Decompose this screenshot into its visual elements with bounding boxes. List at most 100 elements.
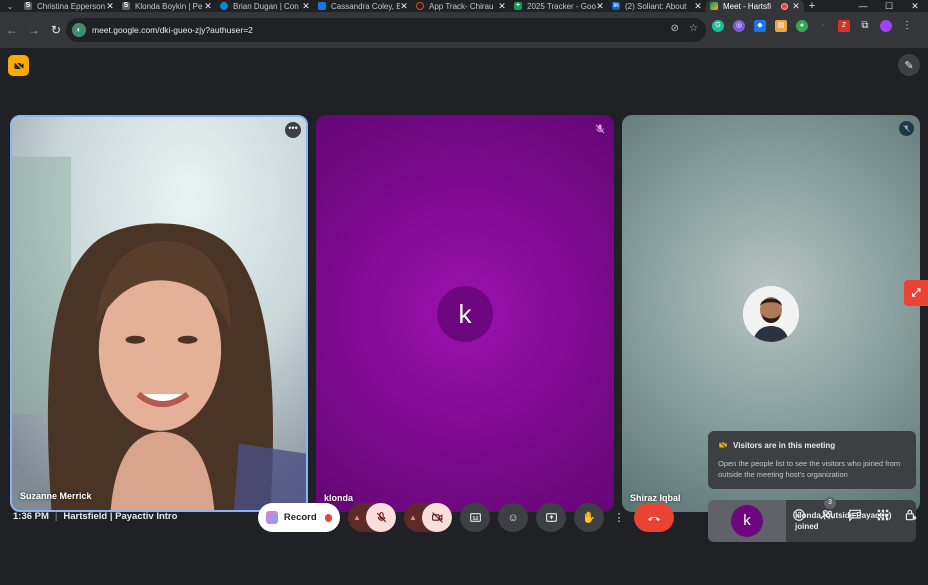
notice-title: Visitors are in this meeting [733,440,836,450]
avatar [743,286,799,342]
tab-title: Brian Dugan | Con [233,1,299,11]
extension-icon[interactable]: ▤ [775,20,787,32]
present-screen-icon [545,513,557,522]
tab-favicon-icon: S [122,2,130,10]
more-vert-icon: ⋮ [613,512,625,524]
captions-icon [469,513,481,522]
captions-button[interactable] [460,503,490,532]
notice-body: Open the people list to see the visitors… [718,459,901,479]
host-controls-button[interactable] [904,508,918,522]
grammarly-icon[interactable]: G [712,20,724,32]
extension-icon[interactable]: ● [796,20,808,32]
participant-tile[interactable]: k klonda [316,115,614,512]
close-tab-icon[interactable]: ✕ [106,1,114,12]
chat-button[interactable] [848,508,862,522]
tab-title: 2025 Tracker - Goo [527,1,596,11]
extensions-puzzle-icon[interactable]: ⧉ [859,20,871,32]
people-button[interactable]: 3 [820,497,836,522]
close-tab-icon[interactable]: ✕ [498,1,506,12]
camera-off-button[interactable] [422,503,452,532]
site-info-icon[interactable]: ◐ [72,23,86,37]
extension-icon[interactable]: Z [838,20,850,32]
participant-tile-speaking[interactable]: ••• Suzanne Merrick [10,115,308,512]
audio-options-chevron-icon[interactable]: ▲ [348,513,366,522]
browser-tab[interactable]: Cassandra Coley, E ✕ [314,0,412,12]
call-controls: Record ▲ ▲ ☺ ✋ ⋮ [258,503,674,532]
edit-pencil-icon[interactable]: ✎ [898,54,920,76]
meeting-side-tools: 3 [792,497,918,522]
browser-tab[interactable]: S Christina Epperson ✕ [20,0,118,12]
mic-off-button[interactable] [366,503,396,532]
avatar: k [437,286,493,342]
visitor-warning-icon [718,440,728,450]
close-tab-icon[interactable]: ✕ [302,1,310,12]
tab-favicon-icon [220,2,228,10]
lock-person-icon [905,509,917,521]
chat-icon [849,509,861,522]
emoji-icon: ☺ [507,511,519,524]
raise-hand-button[interactable]: ✋ [574,503,604,532]
more-options-button[interactable]: ⋮ [612,503,626,532]
hand-icon: ✋ [582,512,596,524]
mic-control: ▲ [348,503,396,532]
minimize-icon[interactable]: — [850,0,876,12]
recording-dot-icon [324,513,332,522]
host-controls-icon[interactable] [8,55,29,76]
close-tab-icon[interactable]: ✕ [204,1,212,12]
video-options-chevron-icon[interactable]: ▲ [404,513,422,522]
meeting-details-button[interactable] [792,508,806,522]
address-bar[interactable]: ◐ meet.google.com/dki-gueo-zjy?authuser=… [66,18,706,42]
profile-avatar[interactable] [880,20,892,32]
more-options-button[interactable]: ••• [285,122,301,138]
close-window-icon[interactable]: ✕ [902,0,928,12]
zoom-extension-tab[interactable]: ⤢ [904,280,928,306]
bookmark-star-icon[interactable]: ☆ [689,23,698,34]
close-tab-icon[interactable]: ✕ [596,1,604,12]
tab-title: App Track- Chirau [429,1,494,11]
browser-tab[interactable]: Brian Dugan | Con ✕ [216,0,314,12]
mic-off-icon [595,124,605,134]
recording-indicator-icon [781,2,788,10]
extension-icon[interactable]: ◎ [733,20,745,32]
tab-title: Meet - Hartsfi [723,1,772,11]
new-tab-button[interactable]: + [804,0,820,12]
maximize-icon[interactable]: ☐ [876,0,902,12]
browser-tab[interactable]: in (2) Soliant: About ✕ [608,0,706,12]
close-tab-icon[interactable]: ✕ [792,1,800,12]
back-icon[interactable]: ← [2,23,22,37]
browser-tab[interactable]: + 2025 Tracker - Goo ✕ [510,0,608,12]
close-tab-icon[interactable]: ✕ [694,1,702,12]
camera-blocked-icon[interactable]: ⊘ [671,23,679,34]
people-icon [820,510,834,520]
record-button[interactable]: Record [258,503,340,532]
present-button[interactable] [536,503,566,532]
reactions-button[interactable]: ☺ [498,503,528,532]
extension-icon[interactable]: ◆ [754,20,766,32]
tab-favicon-icon [318,2,326,10]
participant-name: Suzanne Merrick [20,491,92,501]
people-count-badge: 3 [824,497,836,509]
browser-menu-icon[interactable]: ⋮ [901,20,913,32]
extension-icon[interactable]: · [817,20,829,32]
browser-tab[interactable]: S Klonda Boykin | Pe ✕ [118,0,216,12]
meet-favicon-icon [710,2,718,10]
tab-favicon-icon: in [612,2,620,10]
participant-name: klonda [324,493,354,503]
tab-strip: ⌄ S Christina Epperson ✕ S Klonda Boykin… [0,0,928,12]
hangup-icon [648,516,660,521]
url-text[interactable]: meet.google.com/dki-gueo-zjy?authuser=2 [92,25,253,35]
apps-grid-icon [877,509,889,521]
reload-icon[interactable]: ↻ [46,23,66,37]
camera-control: ▲ [404,503,452,532]
meeting-time: 1:36 PM [13,511,49,522]
leave-call-button[interactable] [634,503,674,532]
participant-name: Shiraz Iqbal [630,493,681,503]
meeting-title: Hartsfield | Payactiv Intro [63,511,178,522]
forward-icon[interactable]: → [24,23,44,37]
browser-tab[interactable]: App Track- Chirau ✕ [412,0,510,12]
close-tab-icon[interactable]: ✕ [400,1,408,12]
browser-tab-active[interactable]: Meet - Hartsfi ✕ [706,0,804,12]
tab-search-chevron-icon[interactable]: ⌄ [0,0,20,12]
activities-button[interactable] [876,508,890,522]
visitors-notice: Visitors are in this meeting Open the pe… [708,431,916,489]
